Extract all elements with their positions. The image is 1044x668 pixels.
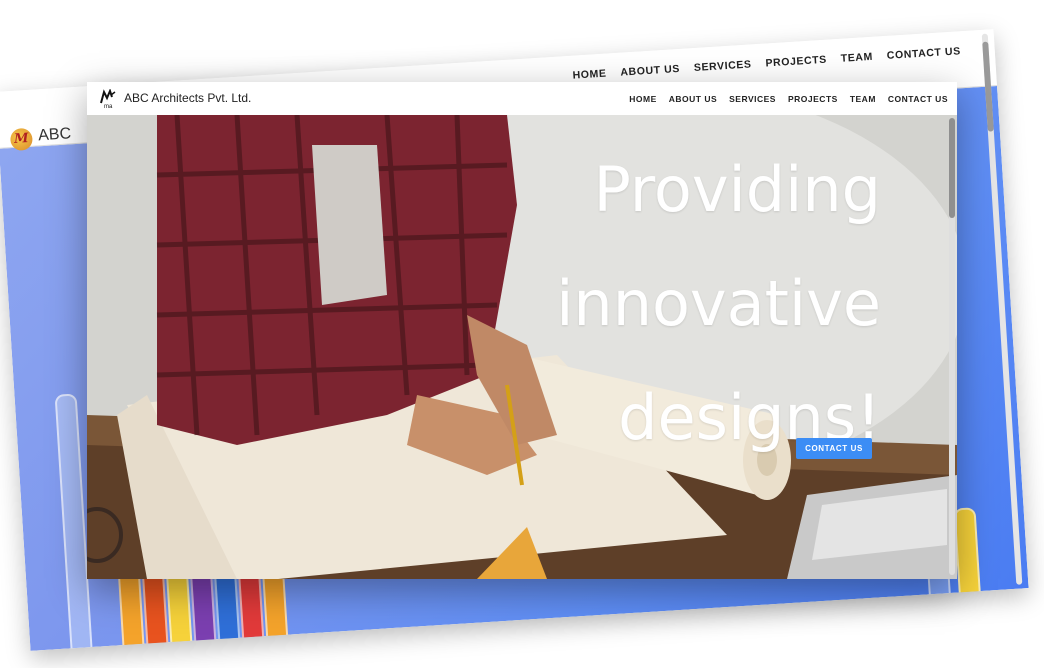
scrollbar-thumb[interactable] xyxy=(949,118,955,218)
brand-logo-icon[interactable]: ma xyxy=(99,89,117,109)
back-brand: ABC xyxy=(37,125,72,145)
nav-contact-us[interactable]: CONTACT US xyxy=(888,94,948,104)
back-nav: HOME ABOUT US SERVICES PROJECTS TEAM CON… xyxy=(572,45,961,81)
hero-headline: Providing innovative designs! xyxy=(361,133,881,475)
svg-text:ma: ma xyxy=(104,104,113,109)
page-scrollbar[interactable] xyxy=(949,118,955,575)
nav-services[interactable]: SERVICES xyxy=(729,94,776,104)
hero-section: Providing innovative designs! CONTACT US xyxy=(87,115,957,579)
back-nav-home: HOME xyxy=(572,67,607,82)
website-window: ma ABC Architects Pvt. Ltd. HOME ABOUT U… xyxy=(87,82,957,579)
back-nav-contact: CONTACT US xyxy=(886,45,962,62)
brand-name[interactable]: ABC Architects Pvt. Ltd. xyxy=(124,91,251,105)
back-nav-projects: PROJECTS xyxy=(765,53,828,70)
contact-us-button[interactable]: CONTACT US xyxy=(796,438,872,459)
hero-line-2: innovative xyxy=(556,267,881,340)
back-nav-about: ABOUT US xyxy=(620,62,681,79)
hero-line-1: Providing xyxy=(593,153,881,226)
nav-team[interactable]: TEAM xyxy=(850,94,876,104)
nav-about-us[interactable]: ABOUT US xyxy=(669,94,717,104)
nav-home[interactable]: HOME xyxy=(629,94,657,104)
back-nav-services: SERVICES xyxy=(693,58,752,75)
main-nav: HOME ABOUT US SERVICES PROJECTS TEAM CON… xyxy=(629,94,948,104)
top-navbar: ma ABC Architects Pvt. Ltd. HOME ABOUT U… xyxy=(87,82,957,116)
back-nav-team: TEAM xyxy=(840,50,874,65)
nav-projects[interactable]: PROJECTS xyxy=(788,94,838,104)
